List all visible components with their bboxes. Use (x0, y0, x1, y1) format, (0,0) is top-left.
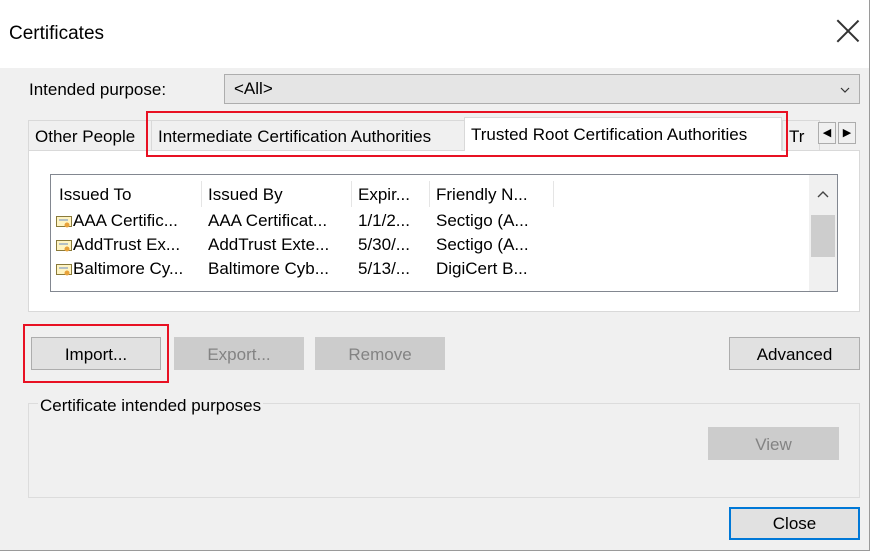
certificate-icon (56, 216, 72, 228)
intended-purpose-value: <All> (234, 79, 273, 98)
column-header-friendly-name[interactable]: Friendly N... (436, 185, 528, 205)
cell-friendly-name: Sectigo (A... (436, 235, 529, 254)
cell-issued-by: AAA Certificat... (208, 211, 328, 230)
vertical-scrollbar[interactable] (809, 175, 837, 291)
tabs-highlight-box (146, 111, 788, 157)
tab-label: Other People (35, 127, 136, 146)
column-separator (201, 181, 202, 207)
close-button[interactable]: Close (729, 507, 860, 540)
certificate-icon (56, 264, 72, 276)
column-separator (351, 181, 352, 207)
group-title: Certificate intended purposes (38, 396, 264, 416)
cell-expiration: 1/1/2... (358, 211, 410, 230)
intended-purpose-label: Intended purpose: (29, 80, 167, 99)
export-button[interactable]: Export... (174, 337, 304, 370)
cell-issued-by: Baltimore Cyb... (208, 259, 329, 278)
tab-other-people[interactable]: Other People (28, 120, 152, 151)
column-header-issued-to[interactable]: Issued To (59, 185, 131, 205)
cell-expiration: 5/30/... (358, 235, 410, 254)
scrollbar-thumb[interactable] (811, 215, 835, 257)
cell-friendly-name: Sectigo (A... (436, 211, 529, 230)
view-button[interactable]: View (708, 427, 839, 460)
column-separator (553, 181, 554, 207)
import-highlight-box (23, 324, 169, 383)
intended-purpose-dropdown[interactable]: <All> (224, 74, 860, 104)
dialog-title: Certificates (9, 23, 105, 44)
cell-friendly-name: DigiCert B... (436, 259, 528, 278)
title-bar: Certificates (0, 0, 869, 68)
remove-button[interactable]: Remove (315, 337, 445, 370)
scroll-right-icon[interactable]: ▶ (838, 122, 856, 144)
cell-issued-to: AddTrust Ex... (73, 235, 181, 254)
close-icon[interactable] (834, 17, 862, 45)
scroll-up-icon[interactable] (817, 189, 829, 199)
column-separator (429, 181, 430, 207)
scroll-left-icon[interactable]: ◀ (818, 122, 836, 144)
cell-issued-to: AAA Certific... (73, 211, 178, 230)
cell-issued-to: Baltimore Cy... (73, 259, 184, 278)
certificate-icon (56, 240, 72, 252)
tab-label: Tr (789, 127, 805, 146)
cell-issued-by: AddTrust Exte... (208, 235, 330, 254)
column-header-issued-by[interactable]: Issued By (208, 185, 283, 205)
certificates-dialog: Certificates Intended purpose: <All> Oth… (0, 0, 870, 551)
advanced-button[interactable]: Advanced (729, 337, 860, 370)
cell-expiration: 5/13/... (358, 259, 410, 278)
chevron-down-icon (840, 87, 850, 93)
column-header-expiration[interactable]: Expir... (358, 185, 410, 205)
certificate-list[interactable]: Issued To Issued By Expir... Friendly N.… (50, 174, 838, 292)
